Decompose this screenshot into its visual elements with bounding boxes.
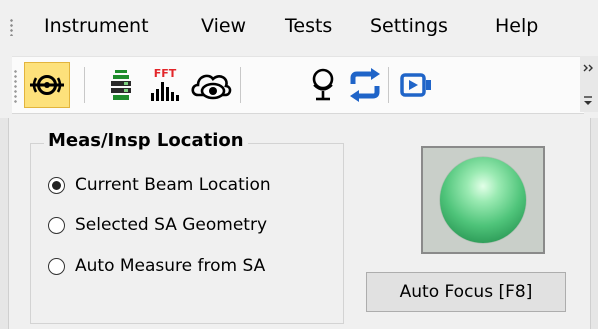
cloud-view-button[interactable] bbox=[188, 62, 234, 108]
menu-help[interactable]: Help bbox=[495, 14, 538, 38]
target-tool-button[interactable] bbox=[24, 62, 70, 108]
radio-auto-measure-from-sa[interactable]: Auto Measure from SA bbox=[48, 253, 265, 279]
focus-indicator-frame bbox=[421, 146, 545, 254]
menu-grip-handle[interactable] bbox=[10, 18, 13, 36]
toolbar-separator bbox=[84, 67, 85, 103]
radio-dot bbox=[52, 180, 61, 190]
radio-button[interactable] bbox=[48, 257, 65, 275]
menu-view[interactable]: View bbox=[201, 14, 246, 38]
cloud-eye-icon bbox=[191, 74, 232, 100]
left-panel-border bbox=[0, 118, 9, 329]
auto-focus-button[interactable]: Auto Focus [F8] bbox=[366, 272, 566, 312]
toolbar: FFT bbox=[12, 56, 584, 114]
refresh-icon bbox=[350, 68, 380, 102]
radio-label: Current Beam Location bbox=[75, 175, 271, 195]
toolbar-grip-handle[interactable] bbox=[14, 69, 17, 103]
right-panel-border bbox=[590, 118, 598, 329]
target-probe-icon bbox=[30, 75, 64, 95]
video-camera-button[interactable] bbox=[394, 62, 440, 108]
microphone-tool-button[interactable] bbox=[300, 62, 346, 108]
refresh-button[interactable] bbox=[342, 62, 388, 108]
menu-settings[interactable]: Settings bbox=[370, 14, 448, 38]
instrument-tower-icon bbox=[111, 70, 131, 100]
radio-button-selected[interactable] bbox=[48, 176, 65, 194]
menu-bar: Instrument View Tests Settings Help bbox=[0, 0, 598, 50]
menu-tests[interactable]: Tests bbox=[285, 14, 332, 38]
radio-button[interactable] bbox=[48, 216, 65, 234]
radio-selected-sa-geometry[interactable]: Selected SA Geometry bbox=[48, 212, 267, 238]
video-camera-icon bbox=[400, 73, 431, 97]
location-group-title: Meas/Insp Location bbox=[44, 130, 248, 152]
radio-current-beam-location[interactable]: Current Beam Location bbox=[48, 172, 271, 198]
menu-instrument[interactable]: Instrument bbox=[44, 14, 149, 38]
toolbar-overflow-button[interactable] bbox=[580, 56, 598, 112]
fft-tool-button[interactable]: FFT bbox=[142, 62, 188, 108]
radio-label: Auto Measure from SA bbox=[75, 256, 266, 276]
overflow-chevron-icon bbox=[583, 64, 593, 105]
toolbar-separator bbox=[388, 67, 389, 103]
instrument-tool-button[interactable] bbox=[98, 62, 144, 108]
focus-status-light bbox=[440, 157, 526, 243]
fft-spectrum-icon: FFT bbox=[151, 67, 179, 101]
toolbar-separator bbox=[240, 67, 241, 103]
fft-text: FFT bbox=[154, 67, 177, 80]
microphone-icon bbox=[312, 68, 334, 101]
radio-label: Selected SA Geometry bbox=[75, 215, 268, 235]
